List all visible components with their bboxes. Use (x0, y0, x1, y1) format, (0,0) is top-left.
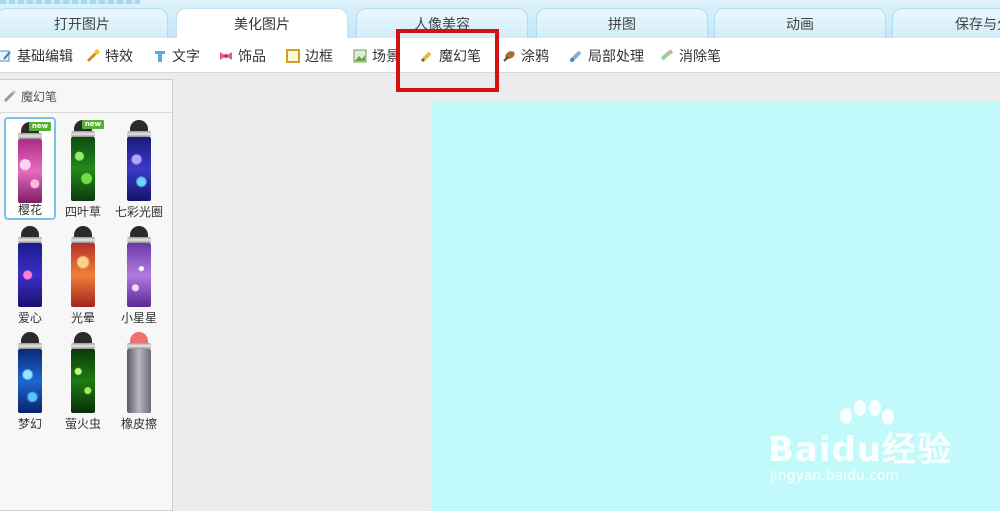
magic-pen-panel: 魔幻笔 new 樱花 new 四叶草 七彩光圈 爱心 光晕 小星星 梦幻 萤火虫… (0, 79, 173, 511)
tool-label: 边框 (305, 48, 333, 65)
rainbow-halo-pen-icon (124, 120, 154, 202)
heart-pen-icon (15, 226, 45, 308)
window-title-strip (0, 0, 140, 4)
eraser-icon (124, 332, 154, 414)
brush-dreamy[interactable]: 梦幻 (4, 329, 56, 432)
watermark-url: jingyan.baidu.com (770, 468, 900, 484)
tool-effects[interactable]: 特效 (86, 38, 133, 73)
tool-label: 局部处理 (588, 48, 644, 65)
magic-pen-icon (3, 90, 16, 103)
brush-label: 爱心 (17, 311, 42, 325)
clover-pen-icon: new (68, 120, 104, 202)
new-badge: new (82, 120, 104, 129)
brush-halo-glow[interactable]: 光晕 (57, 223, 109, 326)
tool-label: 涂鸦 (521, 48, 549, 65)
panel-header: 魔幻笔 (0, 80, 172, 113)
tool-label: 魔幻笔 (439, 48, 481, 65)
dreamy-pen-icon (15, 332, 45, 414)
brush-little-stars[interactable]: 小星星 (113, 223, 165, 326)
new-badge: new (29, 122, 51, 131)
glow-pen-icon (68, 226, 98, 308)
frame-icon (286, 48, 300, 63)
watermark-text: Baidu经验 (768, 430, 953, 470)
toolbar: 基础编辑 特效 文字 饰品 边框 场景 魔幻笔 涂鸦 局部处理 消除笔 (0, 38, 1000, 73)
tab-label: 动画 (786, 16, 814, 33)
tab-label: 人像美容 (414, 16, 470, 33)
brush-label: 樱花 (17, 203, 42, 217)
tool-label: 消除笔 (679, 48, 721, 65)
tool-magic-pen[interactable]: 魔幻笔 (420, 38, 481, 73)
brush-label: 四叶草 (64, 205, 101, 219)
tab-label: 打开图片 (54, 16, 110, 33)
magic-wand-icon (86, 49, 100, 63)
brush-label: 小星星 (120, 311, 157, 325)
tool-basic-edit[interactable]: 基础编辑 (0, 38, 73, 73)
panel-title: 魔幻笔 (21, 89, 58, 104)
edit-icon (0, 49, 12, 63)
tab-label: 保存与分 (955, 16, 1000, 33)
sakura-pen-icon: new (15, 122, 51, 203)
brush-four-leaf-clover[interactable]: new 四叶草 (57, 117, 109, 220)
firefly-pen-icon (68, 332, 98, 414)
tab-save-share[interactable]: 保存与分 (892, 8, 1000, 38)
tool-label: 基础编辑 (17, 48, 73, 65)
bow-icon (219, 49, 233, 63)
tool-decorations[interactable]: 饰品 (219, 38, 266, 73)
tab-portrait[interactable]: 人像美容 (356, 8, 528, 38)
brush-label: 梦幻 (17, 417, 42, 431)
brush-label: 七彩光圈 (114, 205, 163, 219)
brush-eraser[interactable]: 橡皮擦 (113, 329, 165, 432)
text-icon (153, 49, 167, 63)
tab-bar: 打开图片 美化图片 人像美容 拼图 动画 保存与分 (0, 0, 1000, 38)
eraser-pen-icon (660, 48, 674, 63)
scene-icon (353, 49, 367, 63)
tab-label: 美化图片 (234, 17, 290, 33)
tool-frame[interactable]: 边框 (286, 38, 333, 73)
brush-firefly[interactable]: 萤火虫 (57, 329, 109, 432)
tab-label: 拼图 (608, 16, 636, 33)
tab-collage[interactable]: 拼图 (536, 8, 708, 38)
tool-text[interactable]: 文字 (153, 38, 200, 73)
tool-label: 场景 (372, 48, 400, 65)
brush-love-heart[interactable]: 爱心 (4, 223, 56, 326)
tool-label: 饰品 (238, 48, 266, 65)
tab-animation[interactable]: 动画 (714, 8, 886, 38)
doodle-icon (502, 49, 516, 63)
tab-beautify-image[interactable]: 美化图片 (176, 8, 348, 38)
tool-local-edit[interactable]: 局部处理 (569, 38, 644, 73)
brush-rainbow-halo[interactable]: 七彩光圈 (113, 117, 165, 220)
tool-scene[interactable]: 场景 (353, 38, 400, 73)
brush-label: 萤火虫 (64, 417, 101, 431)
magic-pen-icon (420, 49, 434, 63)
tool-label: 文字 (172, 48, 200, 65)
tab-open-image[interactable]: 打开图片 (0, 8, 168, 38)
tool-label: 特效 (105, 48, 133, 65)
brush-sakura[interactable]: new 樱花 (4, 117, 56, 220)
tool-doodle[interactable]: 涂鸦 (502, 38, 549, 73)
local-edit-icon (569, 49, 583, 63)
star-pen-icon (124, 226, 154, 308)
tool-eraser-pen[interactable]: 消除笔 (660, 38, 721, 73)
baidu-watermark: Baidu经验 jingyan.baidu.com (760, 400, 960, 495)
brush-label: 橡皮擦 (120, 417, 157, 431)
brush-label: 光晕 (70, 311, 95, 325)
